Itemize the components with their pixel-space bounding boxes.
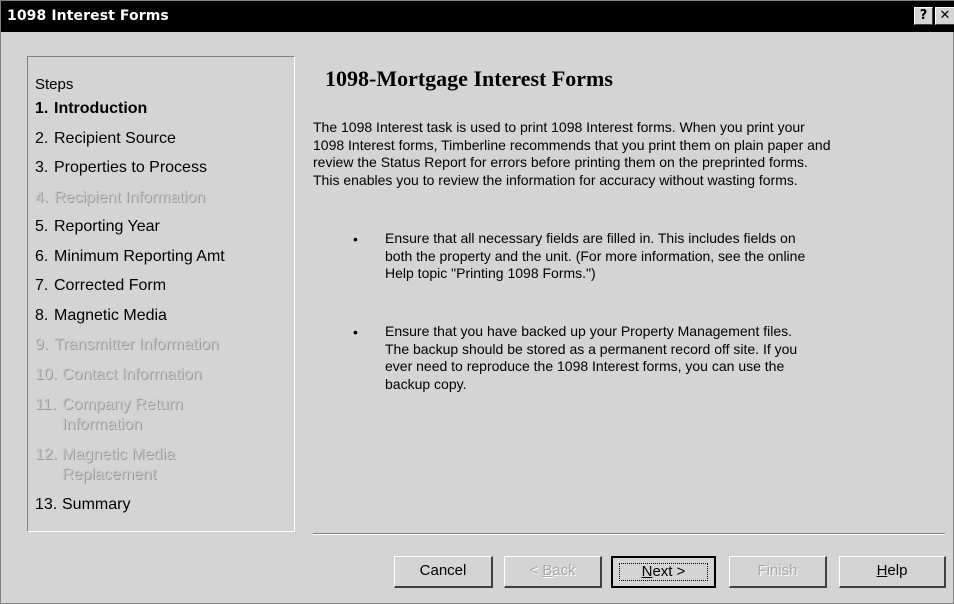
bullet-icon: •	[353, 324, 358, 340]
step-item: 2. Recipient Source	[35, 129, 176, 149]
step-number: 8.	[35, 307, 49, 324]
step-label: Introduction	[54, 100, 148, 117]
step-label: Summary	[62, 496, 131, 513]
step-label: Corrected Form	[54, 277, 167, 294]
step-label-continued: Information	[62, 416, 143, 433]
step-number: 7.	[35, 277, 49, 294]
bullet-item: Ensure that you have backed up your Prop…	[385, 323, 890, 393]
back-button[interactable]: < Back	[504, 556, 602, 588]
bullet-line: backup copy.	[385, 375, 467, 392]
bullet-line: The backup should be stored as a permane…	[385, 340, 798, 357]
step-number: 9.	[35, 336, 49, 353]
step-label: Contact Information	[62, 366, 202, 383]
step-label-continued: Replacement	[62, 466, 157, 483]
step-number: 5.	[35, 218, 49, 235]
step-item: 11. Company Return Information	[35, 395, 183, 435]
step-label: Reporting Year	[54, 218, 160, 235]
next-button[interactable]: Next >	[611, 556, 716, 588]
cancel-button[interactable]: Cancel	[394, 556, 493, 588]
cancel-label: Cancel	[419, 562, 467, 579]
step-item: 4. Recipient Information	[35, 188, 205, 208]
step-number: 12.	[35, 446, 58, 463]
step-label: Magnetic Media	[62, 446, 175, 463]
step-number: 2.	[35, 130, 49, 147]
step-label: Minimum Reporting Amt	[54, 248, 225, 265]
help-label: Help	[876, 562, 908, 579]
step-item: 1. Introduction	[35, 99, 147, 119]
step-number: 1.	[35, 100, 49, 117]
intro-line: review the Status Report for errors befo…	[313, 154, 808, 170]
bullet-line: Ensure that all necessary fields are fil…	[385, 230, 796, 246]
step-label: Recipient Source	[54, 130, 176, 147]
page-title: 1098-Mortgage Interest Forms	[325, 66, 613, 91]
finish-button[interactable]: Finish	[729, 556, 827, 588]
bullet-icon: •	[353, 231, 358, 247]
window-title: 1098 Interest Forms	[7, 8, 169, 24]
step-number: 3.	[35, 159, 49, 176]
step-number: 10.	[35, 366, 58, 383]
back-label: < Back	[529, 562, 576, 579]
help-button[interactable]: Help	[839, 556, 946, 588]
bullet-line: Ensure that you have backed up your Prop…	[385, 323, 793, 339]
step-label: Company Return	[62, 396, 183, 413]
step-label: Transmitter Information	[54, 336, 219, 353]
step-number: 11.	[35, 396, 57, 413]
step-item: 3. Properties to Process	[35, 158, 207, 178]
step-item: 6. Minimum Reporting Amt	[35, 247, 225, 267]
step-item: 13. Summary	[35, 495, 130, 515]
intro-line: This enables you to review the informati…	[313, 171, 798, 188]
finish-label: Finish	[757, 562, 798, 579]
title-bar[interactable]: 1098 Interest Forms ? ✕	[1, 1, 954, 32]
step-item: 7. Corrected Form	[35, 276, 166, 296]
step-number: 13.	[35, 496, 58, 513]
intro-line: 1098 Interest forms, Timberline recommen…	[313, 136, 831, 153]
step-label: Magnetic Media	[54, 307, 167, 324]
help-icon[interactable]: ?	[914, 7, 933, 25]
intro-paragraph: The 1098 Interest task is used to print …	[313, 119, 943, 189]
step-label: Recipient Information	[54, 189, 206, 206]
step-item: 12. Magnetic Media Replacement	[35, 445, 175, 485]
step-item: 8. Magnetic Media	[35, 306, 167, 326]
step-item: 10. Contact Information	[35, 365, 202, 385]
step-number: 6.	[35, 248, 49, 265]
separator	[313, 533, 945, 535]
step-number: 4.	[35, 189, 49, 206]
intro-line: The 1098 Interest task is used to print …	[313, 119, 805, 135]
next-label: Next >	[641, 563, 686, 580]
step-item: 5. Reporting Year	[35, 217, 160, 237]
bullet-item: Ensure that all necessary fields are fil…	[385, 230, 890, 283]
bullet-line: Help topic "Printing 1098 Forms.")	[385, 265, 596, 281]
step-label: Properties to Process	[54, 159, 207, 176]
step-item: 9. Transmitter Information	[35, 335, 219, 355]
bullet-line: both the property and the unit. (For mor…	[385, 247, 806, 264]
steps-heading: Steps	[35, 76, 74, 93]
wizard-window: 1098 Interest Forms ? ✕ Steps 1. Introduc…	[0, 0, 954, 604]
close-icon[interactable]: ✕	[935, 7, 954, 25]
bullet-line: ever need to reproduce the 1098 Interest…	[385, 358, 785, 374]
